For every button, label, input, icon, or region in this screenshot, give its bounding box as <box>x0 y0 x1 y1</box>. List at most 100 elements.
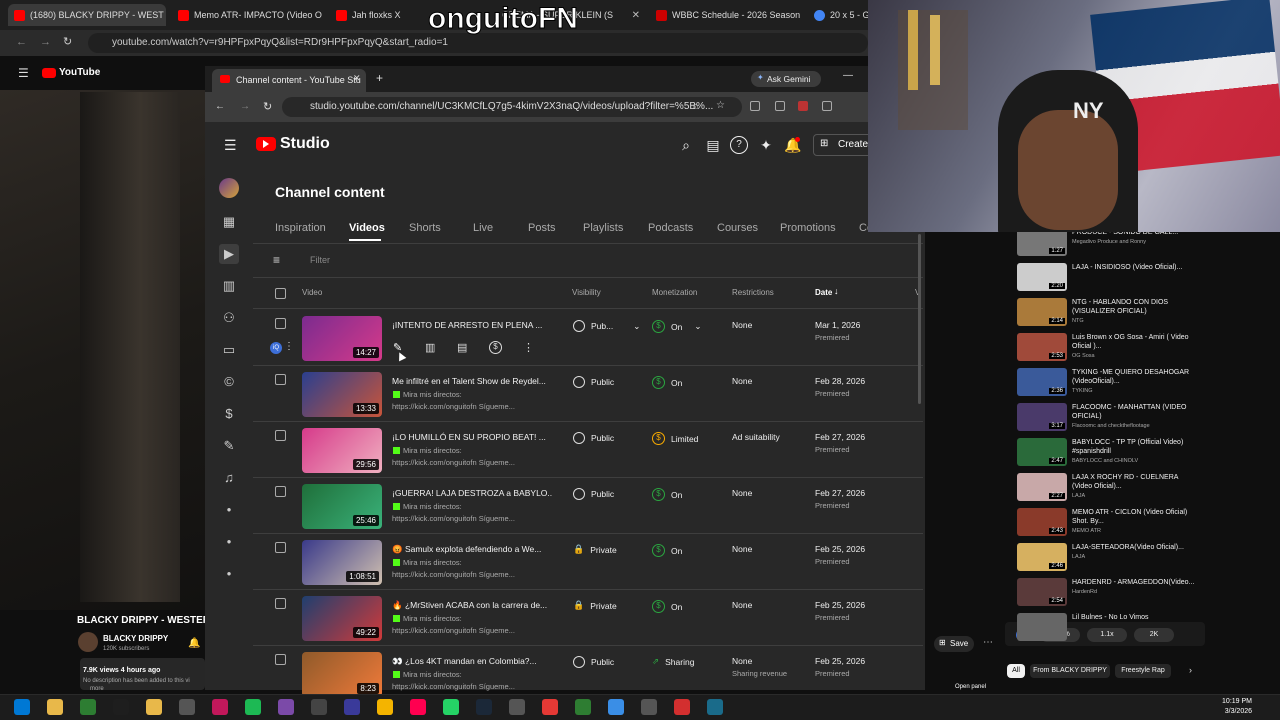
extension-icon[interactable] <box>750 101 760 111</box>
recommendation-thumbnail[interactable]: 2:53 <box>1017 333 1067 361</box>
recommendation-title[interactable]: TYKING -ME QUIERO DESAHOGAR (VideoOficia… <box>1072 368 1197 386</box>
tab-promotions[interactable]: Promotions <box>780 222 836 234</box>
recommendation-title[interactable]: LAJA-SETEADORA(Video Oficial)... <box>1072 543 1197 552</box>
recommendation-title[interactable]: FLACOOMC - MANHATTAN (VIDEO OFICIAL) <box>1072 403 1197 421</box>
recommendation-thumbnail[interactable]: 2:14 <box>1017 298 1067 326</box>
chevron-down-icon[interactable]: ⌄ <box>694 321 701 332</box>
back-tab-5[interactable]: WBBC Schedule - 2026 Season✕ <box>650 4 802 26</box>
recommendation-thumbnail[interactable]: 2:47 <box>1017 438 1067 466</box>
recommendation-item[interactable]: 2:14 NTG - HABLANDO CON DIOS (VISUALIZER… <box>1017 298 1207 331</box>
taskbar-app-icon[interactable] <box>476 699 492 715</box>
recommendation-item[interactable]: Lil Bulnes - No Lo Vimos <box>1017 613 1207 646</box>
recommendation-item[interactable]: 2:27 LAJA X ROCHY RD - CUELNERA (Video O… <box>1017 473 1207 506</box>
tab-shorts[interactable]: Shorts <box>409 222 441 234</box>
taskbar-app-icon[interactable] <box>377 699 393 715</box>
taskbar-app-icon[interactable] <box>146 699 162 715</box>
back-arrow-icon[interactable]: ← <box>16 36 27 48</box>
tab-podcasts[interactable]: Podcasts <box>648 222 693 234</box>
translate-icon[interactable]: ⌂ <box>693 101 698 111</box>
help-icon[interactable]: ? <box>730 136 748 154</box>
recommendation-title[interactable]: LAJA X ROCHY RD - CUELNERA (Video Oficia… <box>1072 473 1197 491</box>
back-tab-1[interactable]: (1680) BLACKY DRIPPY - WEST✕ <box>8 4 166 26</box>
scrollbar[interactable] <box>918 234 921 404</box>
reload-icon[interactable]: ↻ <box>63 35 72 48</box>
recommendation-thumbnail[interactable]: 2:54 <box>1017 578 1067 606</box>
video-thumbnail[interactable]: 14:27 <box>302 316 382 361</box>
video-thumbnail[interactable]: 49:22 <box>302 596 382 641</box>
forward-arrow-icon[interactable]: → <box>240 101 250 112</box>
recommendation-thumbnail[interactable] <box>1017 613 1067 641</box>
row-checkbox[interactable] <box>275 542 286 553</box>
minimize-icon[interactable]: — <box>843 70 853 81</box>
tab-inspiration[interactable]: Inspiration <box>275 222 326 234</box>
taskbar-app-icon[interactable] <box>575 699 591 715</box>
taskbar-app-icon[interactable] <box>80 699 96 715</box>
new-tab-icon[interactable]: + <box>376 71 383 85</box>
video-title[interactable]: ¡LO HUMILLÓ EN SU PROPIO BEAT! ... <box>392 432 552 442</box>
tab-live[interactable]: Live <box>473 222 493 234</box>
tab-courses[interactable]: Courses <box>717 222 758 234</box>
row-checkbox[interactable] <box>275 430 286 441</box>
back-tab-2[interactable]: Memo ATR- IMPACTO (Video O✕ <box>172 4 324 26</box>
audio-library-icon[interactable]: ♫ <box>219 468 239 488</box>
back-arrow-icon[interactable]: ← <box>215 101 225 112</box>
chip-freestyle[interactable]: Freestyle Rap <box>1115 664 1171 678</box>
video-title[interactable]: ¡INTENTO DE ARRESTO EN PLENA ... <box>392 320 552 330</box>
recommendation-item[interactable]: 2:20 LAJA - INSIDIOSO (Video Oficial)... <box>1017 263 1207 296</box>
monetization-icon[interactable]: $ <box>489 341 502 354</box>
comments-icon[interactable]: ▤ <box>457 341 467 354</box>
studio-logo-text[interactable]: Studio <box>280 135 330 153</box>
search-icon[interactable]: ⌕ <box>677 136 695 154</box>
extension-icon[interactable] <box>798 101 808 111</box>
feedback-icon[interactable]: ● <box>219 532 239 552</box>
back-tab-6[interactable]: 20 x 5 - Go <box>808 4 870 26</box>
tab-playlists[interactable]: Playlists <box>583 222 623 234</box>
video-thumbnail[interactable]: 13:33 <box>302 372 382 417</box>
taskbar-app-icon[interactable] <box>641 699 657 715</box>
taskbar-app-icon[interactable] <box>278 699 294 715</box>
recommendation-item[interactable]: 2:54 HARDENRD - ARMAGEDDON(Video... Hard… <box>1017 578 1207 611</box>
row-checkbox[interactable] <box>275 654 286 665</box>
taskbar-app-icon[interactable] <box>113 699 129 715</box>
video-title[interactable]: 👀 ¿Los 4KT mandan en Colombia?... <box>392 656 552 667</box>
extension-badge-icon[interactable]: iQ <box>270 342 282 354</box>
recommendation-item[interactable]: 2:43 MEMO ATR - CICLON (Video Oficial) S… <box>1017 508 1207 541</box>
video-title[interactable]: 🔥 ¿MrStiven ACABA con la carrera de... <box>392 600 552 611</box>
taskbar-app-icon[interactable] <box>47 699 63 715</box>
recommendation-title[interactable]: MEMO ATR - CICLON (Video Oficial) Shot. … <box>1072 508 1197 526</box>
youtube-logo-text[interactable]: YouTube <box>59 67 100 78</box>
puzzle-icon[interactable] <box>822 101 832 111</box>
menu-icon[interactable]: ☰ <box>224 137 237 154</box>
video-thumbnail[interactable]: 8:23 <box>302 652 382 697</box>
back-channel-name[interactable]: BLACKY DRIPPY <box>103 634 168 643</box>
chip-all[interactable]: All <box>1007 664 1025 678</box>
taskbar-app-icon[interactable] <box>509 699 525 715</box>
channel-avatar[interactable] <box>219 178 239 198</box>
taskbar-app-icon[interactable] <box>608 699 624 715</box>
row-checkbox[interactable] <box>275 486 286 497</box>
more-icon[interactable]: ● <box>219 564 239 584</box>
menu-icon[interactable]: ☰ <box>18 66 29 80</box>
recommendation-item[interactable]: 2:47 BABYLOCC - TP TP (Official Video) #… <box>1017 438 1207 471</box>
video-thumbnail[interactable]: 29:56 <box>302 428 382 473</box>
taskbar-app-icon[interactable] <box>674 699 690 715</box>
options-menu-icon[interactable]: ⋮ <box>523 341 534 354</box>
clock-date[interactable]: 3/3/2026 <box>1216 708 1252 715</box>
recommendation-title[interactable]: NTG - HABLANDO CON DIOS (VISUALIZER OFIC… <box>1072 298 1197 316</box>
analytics-icon[interactable]: ▥ <box>425 341 435 354</box>
taskbar-app-icon[interactable] <box>443 699 459 715</box>
taskbar-app-icon[interactable] <box>311 699 327 715</box>
recommendation-thumbnail[interactable]: 3:17 <box>1017 403 1067 431</box>
recommendation-thumbnail[interactable]: 2:27 <box>1017 473 1067 501</box>
dashboard-icon[interactable]: ▦ <box>219 212 239 232</box>
column-header-restrictions[interactable]: Restrictions <box>732 288 774 297</box>
content-icon[interactable]: ▶ <box>219 244 239 264</box>
monetization-cell[interactable]: $ On ⌄ <box>652 320 701 333</box>
analytics-icon[interactable]: ▥ <box>219 276 239 296</box>
taskbar-app-icon[interactable] <box>707 699 723 715</box>
filter-icon[interactable]: ≡ <box>273 253 280 267</box>
column-header-date[interactable]: Date <box>815 288 832 297</box>
back-tab-3[interactable]: Jah floxks X <box>330 4 410 26</box>
recommendation-item[interactable]: 1:27 PRODUCE - SONIDO DE GALL... Megadiv… <box>1017 228 1207 261</box>
recommendation-title[interactable]: Luis Brown x OG Sosa - Amiri ( Video Ofi… <box>1072 333 1197 351</box>
